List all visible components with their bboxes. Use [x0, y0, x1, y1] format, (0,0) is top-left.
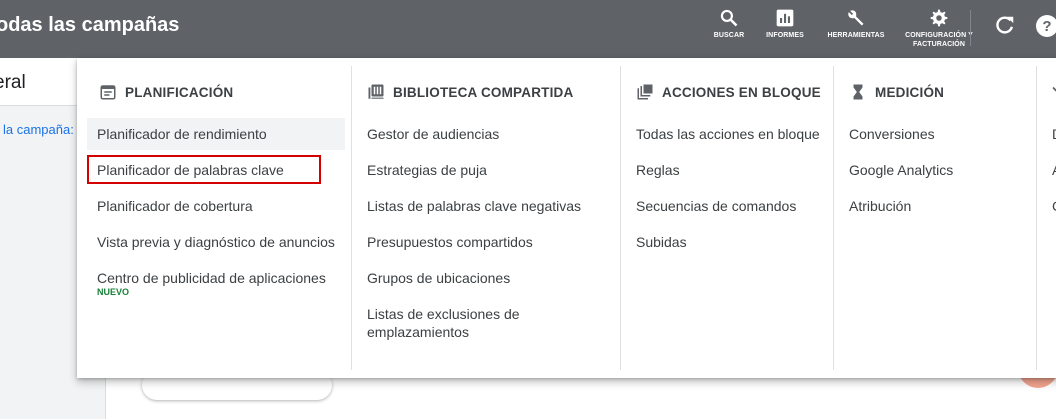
menu-item-rules[interactable]: Reglas [621, 154, 827, 186]
menu-item-google-analytics[interactable]: Google Analytics [834, 154, 1030, 186]
background-campaign-link[interactable]: la campaña: [3, 122, 74, 137]
menu-item-ad-preview[interactable]: Vista previa y diagnóstico de anuncios [87, 226, 345, 258]
column-bulk-actions: ACCIONES EN BLOQUE Todas las acciones en… [620, 66, 833, 370]
menu-item-all-bulk-actions[interactable]: Todas las acciones en bloque [621, 118, 827, 150]
column-planning-heading: PLANIFICACIÓN [125, 84, 234, 100]
search-icon [720, 9, 738, 27]
menu-item-label: C [1052, 198, 1056, 214]
search-button[interactable]: BUSCAR [706, 8, 752, 40]
column-shared-library-header: BIBLIOTECA COMPARTIDA [352, 66, 620, 118]
column-measurement-heading: MEDICIÓN [875, 84, 945, 100]
highlight-annotation-box [87, 155, 321, 184]
reports-icon [776, 9, 794, 27]
menu-item-label: Reglas [636, 162, 680, 178]
hourglass-icon [853, 84, 863, 100]
refresh-icon [996, 16, 1014, 34]
menu-item-label: Todas las acciones en bloque [636, 126, 820, 142]
menu-item-performance-planner[interactable]: Planificador de rendimiento [87, 118, 345, 150]
menu-item-label: Atribución [849, 198, 912, 214]
menu-item-uploads[interactable]: Subidas [621, 226, 827, 258]
top-bar: odas las campañas BUSCAR INFORMES HERRAM… [0, 0, 1056, 58]
menu-item-bid-strategies[interactable]: Estrategias de puja [352, 154, 614, 186]
search-button-label: BUSCAR [713, 32, 745, 39]
chevron-icon [1052, 86, 1056, 92]
menu-item-shared-budgets[interactable]: Presupuestos compartidos [352, 226, 614, 258]
menu-item-label: Subidas [636, 234, 687, 250]
new-badge: NUEVO [97, 287, 130, 297]
menu-item-label: Google Analytics [849, 162, 954, 178]
menu-item-audience-manager[interactable]: Gestor de audiencias [352, 118, 614, 150]
tools-button-label: HERRAMIENTAS [827, 32, 885, 39]
column-shared-library-heading: BIBLIOTECA COMPARTIDA [393, 84, 574, 100]
menu-item-conversions[interactable]: Conversiones [834, 118, 1030, 150]
menu-item-label: Centro de publicidad de aplicaciones [97, 270, 326, 286]
column-shared-library: BIBLIOTECA COMPARTIDA Gestor de audienci… [351, 66, 620, 370]
column-bulk-actions-header: ACCIONES EN BLOQUE [621, 66, 833, 118]
menu-item-label: Conversiones [849, 126, 935, 142]
menu-item-label: A [1052, 162, 1056, 178]
menu-item-label: D [1052, 126, 1056, 142]
settings-billing-button[interactable]: CONFIGURACIÓN Y FACTURACIÓN [901, 8, 977, 58]
help-icon: ? [1036, 15, 1056, 37]
gear-icon [930, 9, 948, 27]
menu-item-label: Grupos de ubicaciones [367, 270, 511, 286]
tools-button[interactable]: HERRAMIENTAS [822, 8, 890, 40]
reports-button[interactable]: INFORMES [761, 8, 809, 40]
wrench-icon [848, 10, 864, 26]
menu-item-label: Planificador de rendimiento [97, 126, 267, 142]
column-measurement-header: MEDICIÓN [834, 66, 1036, 118]
page-title: odas las campañas [0, 14, 180, 36]
menu-item-partial-1[interactable]: D [1037, 118, 1056, 150]
column-planning: PLANIFICACIÓN Planificador de rendimient… [87, 66, 351, 370]
svg-text:?: ? [1042, 18, 1051, 35]
menu-item-label: Estrategias de puja [367, 162, 487, 178]
menu-item-label: Listas de exclusiones de [367, 306, 520, 322]
menu-item-label: Presupuestos compartidos [367, 234, 533, 250]
column-partial-header [1037, 66, 1056, 118]
reports-button-label: INFORMES [766, 32, 804, 39]
help-button[interactable]: ? [1035, 14, 1056, 43]
menu-item-app-advertising-hub[interactable]: Centro de publicidad de aplicaciones NUE… [87, 262, 345, 302]
menu-item-attribution[interactable]: Atribución [834, 190, 1030, 222]
menu-item-partial-3[interactable]: C [1037, 190, 1056, 222]
menu-item-reach-planner[interactable]: Planificador de cobertura [87, 190, 345, 222]
menu-item-partial-2[interactable]: A [1037, 154, 1056, 186]
settings-billing-button-label: CONFIGURACIÓN Y FACTURACIÓN [905, 32, 973, 48]
toolbar-divider [970, 10, 971, 46]
column-partial: D A C [1036, 66, 1056, 370]
menu-item-label: Vista previa y diagnóstico de anuncios [97, 234, 335, 250]
menu-item-label: Gestor de audiencias [367, 126, 500, 142]
menu-item-placement-groups[interactable]: Grupos de ubicaciones [352, 262, 614, 294]
refresh-button[interactable] [994, 14, 1016, 41]
menu-item-scripts[interactable]: Secuencias de comandos [621, 190, 827, 222]
menu-item-label: Secuencias de comandos [636, 198, 797, 214]
calendar-icon [100, 85, 116, 100]
menu-item-negative-keyword-lists[interactable]: Listas de palabras clave negativas [352, 190, 614, 222]
column-measurement: MEDICIÓN Conversiones Google Analytics A… [833, 66, 1036, 370]
copy-icon [637, 84, 653, 100]
tools-dropdown-menu: PLANIFICACIÓN Planificador de rendimient… [77, 58, 1056, 378]
menu-item-label-line2: emplazamientos [367, 324, 469, 340]
library-icon [368, 84, 384, 99]
menu-item-placement-exclusion-lists[interactable]: Listas de exclusiones de emplazamientos [352, 298, 614, 348]
column-planning-header: PLANIFICACIÓN [87, 66, 351, 118]
menu-item-label: Planificador de cobertura [97, 198, 253, 214]
background-section-title: eral [0, 72, 26, 93]
column-bulk-actions-heading: ACCIONES EN BLOQUE [662, 84, 821, 100]
menu-item-label: Listas de palabras clave negativas [367, 198, 582, 214]
